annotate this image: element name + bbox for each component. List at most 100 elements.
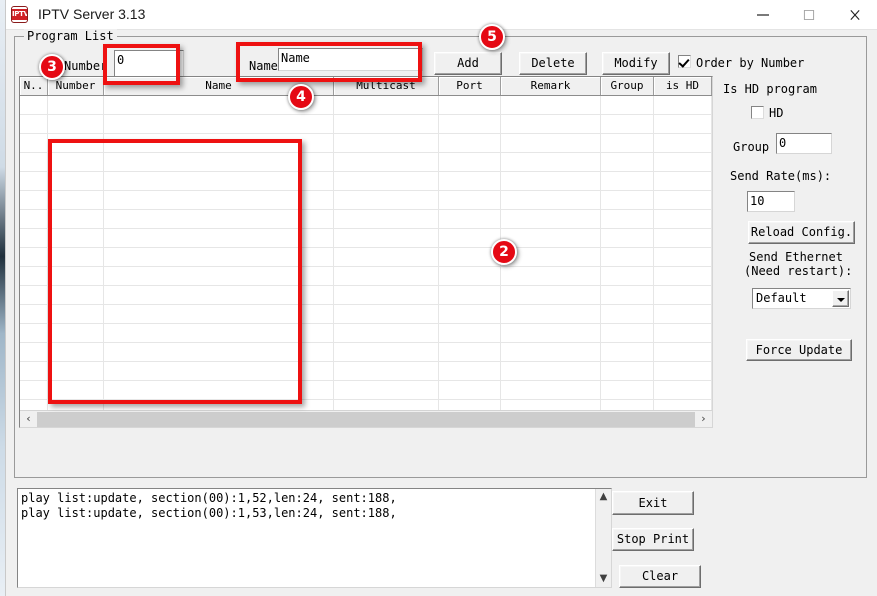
log-vertical-scrollbar[interactable]: ▲ ▼ — [595, 489, 611, 587]
table-row[interactable] — [20, 248, 712, 267]
hd-checkbox[interactable] — [751, 106, 764, 119]
table-cell — [20, 210, 48, 228]
table-cell — [439, 381, 501, 399]
exit-button[interactable]: Exit — [612, 491, 694, 515]
table-cell — [439, 362, 501, 380]
table-cell — [439, 115, 501, 133]
scroll-thumb[interactable] — [37, 412, 695, 427]
table-cell — [334, 343, 439, 361]
table-cell — [501, 381, 601, 399]
table-row[interactable] — [20, 96, 712, 115]
table-cell — [654, 191, 712, 209]
force-update-button[interactable]: Force Update — [746, 339, 852, 361]
send-ethernet-label-line1: Send Ethernet — [749, 250, 843, 264]
delete-button[interactable]: Delete — [519, 52, 587, 75]
number-input[interactable]: 0 — [114, 50, 184, 78]
scroll-left-arrow-icon[interactable]: ‹ — [20, 411, 37, 427]
table-row[interactable] — [20, 210, 712, 229]
table-row[interactable] — [20, 362, 712, 381]
table-column-header-7[interactable]: is HD — [654, 77, 712, 95]
clear-button[interactable]: Clear — [619, 565, 701, 588]
log-scroll-up-arrow-icon[interactable]: ▲ — [596, 489, 611, 505]
table-cell — [334, 381, 439, 399]
minimize-button[interactable] — [740, 0, 786, 29]
table-cell — [334, 229, 439, 247]
table-row[interactable] — [20, 229, 712, 248]
chevron-down-icon[interactable] — [832, 290, 849, 307]
table-cell — [439, 153, 501, 171]
table-row[interactable] — [20, 267, 712, 286]
table-cell — [48, 153, 104, 171]
table-cell — [654, 115, 712, 133]
table-row[interactable] — [20, 191, 712, 210]
log-scroll-down-arrow-icon[interactable]: ▼ — [596, 571, 611, 587]
group-input[interactable]: 0 — [776, 133, 832, 154]
maximize-button[interactable] — [786, 0, 832, 29]
hd-checkbox-label: HD — [769, 106, 783, 120]
title-bar[interactable]: IPTV IPTV Server 3.13 — [6, 0, 877, 30]
table-cell — [104, 153, 334, 171]
table-row[interactable] — [20, 153, 712, 172]
table-cell — [48, 343, 104, 361]
table-column-header-6[interactable]: Group — [601, 77, 654, 95]
table-cell — [48, 286, 104, 304]
iptv-app-icon-text: IPTV — [12, 9, 27, 20]
table-cell — [334, 362, 439, 380]
table-row[interactable] — [20, 381, 712, 400]
table-column-header-4[interactable]: Port — [439, 77, 501, 95]
table-cell — [48, 210, 104, 228]
maximize-icon — [801, 10, 817, 20]
send-ethernet-select[interactable]: Default — [752, 288, 851, 309]
table-cell — [601, 134, 654, 152]
table-cell — [601, 343, 654, 361]
table-row[interactable] — [20, 324, 712, 343]
table-column-header-0[interactable]: N.. — [20, 77, 48, 95]
table-cell — [20, 172, 48, 190]
table-cell — [601, 305, 654, 323]
table-cell — [48, 134, 104, 152]
table-cell — [501, 210, 601, 228]
table-row[interactable] — [20, 286, 712, 305]
table-cell — [654, 210, 712, 228]
table-cell — [334, 191, 439, 209]
table-horizontal-scrollbar[interactable]: ‹ › — [20, 410, 712, 427]
table-cell — [334, 248, 439, 266]
table-row[interactable] — [20, 305, 712, 324]
send-rate-input[interactable]: 10 — [747, 191, 795, 212]
name-input[interactable]: Name — [278, 48, 423, 71]
reload-config-button[interactable]: Reload Config. — [748, 221, 855, 244]
table-row[interactable] — [20, 343, 712, 362]
table-column-header-2[interactable]: Name — [104, 77, 334, 95]
stop-print-button[interactable]: Stop Print — [612, 528, 694, 551]
table-row[interactable] — [20, 134, 712, 153]
table-column-header-1[interactable]: Number — [48, 77, 104, 95]
send-rate-label: Send Rate(ms): — [730, 169, 831, 183]
table-cell — [48, 115, 104, 133]
scroll-right-arrow-icon[interactable]: › — [695, 411, 712, 427]
add-button[interactable]: Add — [434, 52, 502, 75]
group-label: Group — [733, 140, 769, 154]
close-button[interactable] — [832, 0, 877, 29]
program-list-table[interactable]: N..NumberNameMulticastPortRemarkGroupis … — [19, 76, 713, 428]
table-cell — [48, 305, 104, 323]
table-column-header-3[interactable]: Multicast — [334, 77, 439, 95]
table-cell — [20, 191, 48, 209]
table-cell — [654, 172, 712, 190]
table-cell — [334, 286, 439, 304]
table-cell — [48, 324, 104, 342]
table-cell — [601, 191, 654, 209]
table-cell — [48, 362, 104, 380]
table-cell — [20, 305, 48, 323]
table-cell — [439, 305, 501, 323]
log-output-box[interactable]: play list:update, section(00):1,52,len:2… — [17, 488, 612, 588]
table-row[interactable] — [20, 115, 712, 134]
table-cell — [439, 172, 501, 190]
table-column-header-5[interactable]: Remark — [501, 77, 601, 95]
modify-button[interactable]: Modify — [602, 52, 670, 75]
table-cell — [20, 381, 48, 399]
window-title: IPTV Server 3.13 — [38, 6, 145, 22]
table-row[interactable] — [20, 172, 712, 191]
table-body[interactable] — [20, 96, 712, 419]
table-cell — [501, 153, 601, 171]
order-by-number-checkbox[interactable] — [678, 55, 691, 68]
